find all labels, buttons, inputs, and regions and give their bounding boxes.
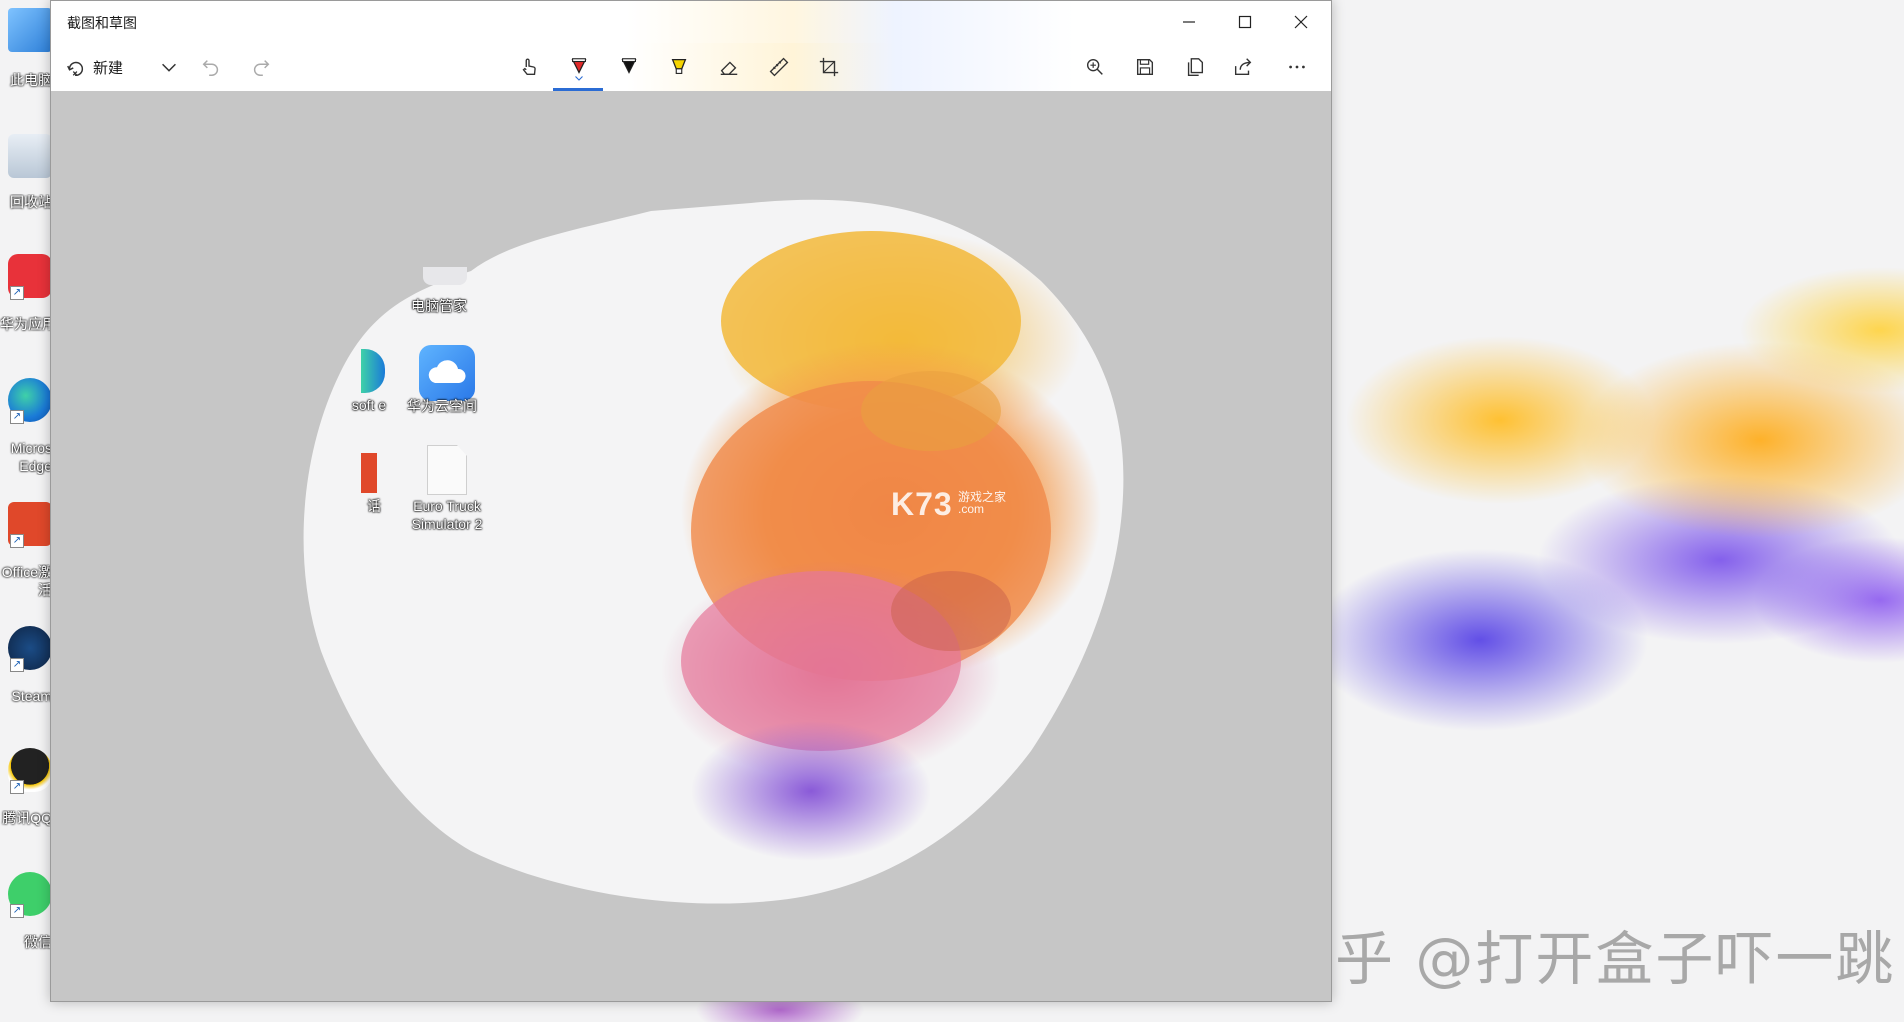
recycle-bin-icon xyxy=(8,134,52,178)
desktop-icon-label: 此电脑 xyxy=(10,72,52,88)
shortcut-arrow-icon: ↗ xyxy=(10,410,24,424)
copy-icon xyxy=(1187,58,1204,76)
window-title: 截图和草图 xyxy=(67,15,137,31)
desktop-icon-office[interactable]: ↗ Office激 活 xyxy=(0,502,52,612)
close-button[interactable] xyxy=(1273,1,1329,43)
save-icon xyxy=(1136,58,1154,76)
freeform-snip-image xyxy=(303,199,1124,904)
desktop-icon-label: Steam xyxy=(11,688,52,704)
desktop-icon-steam[interactable]: ↗ Steam xyxy=(0,626,52,736)
share-button[interactable] xyxy=(1221,49,1265,85)
shortcut-arrow-icon: ↗ xyxy=(10,286,24,300)
save-button[interactable] xyxy=(1123,49,1167,85)
desktop-icon-label: Micros xyxy=(10,440,52,456)
desktop-icon-label: 回收站 xyxy=(10,194,52,210)
zoom-button[interactable] xyxy=(1073,49,1117,85)
snip-icon-label: 华为云空间 xyxy=(407,398,477,414)
desktop-icon-qq[interactable]: ↗ 腾讯QQ xyxy=(0,748,52,858)
desktop-icon-this-pc[interactable]: 此电脑 xyxy=(0,8,52,118)
minimize-button[interactable] xyxy=(1161,1,1217,43)
cloud-drive-icon xyxy=(419,345,475,401)
shortcut-arrow-icon: ↗ xyxy=(10,658,24,672)
desktop-icon-edge[interactable]: ↗ Micros Edge xyxy=(0,378,52,488)
ruler-button[interactable] xyxy=(757,49,801,85)
k73-subtitle-line2: .com xyxy=(958,502,985,516)
highlighter-icon xyxy=(671,59,687,74)
toolbar: 新建 xyxy=(51,43,1331,91)
chevron-button[interactable] xyxy=(569,71,589,85)
snip-sketch-window[interactable]: 截图和草图 新建 电脑管家 soft e 华为云空间 话 Euro Truck … xyxy=(50,0,1332,1002)
desktop-icon-wechat[interactable]: ↗ 微信 xyxy=(0,872,52,982)
k73-watermark-subtitle: 游戏之家 .com xyxy=(958,491,1006,515)
minimize-icon xyxy=(1183,21,1195,23)
undo-icon xyxy=(202,60,219,76)
zhihu-watermark: 知乎 @打开盒子吓一跳 xyxy=(1275,925,1896,993)
shortcut-arrow-icon: ↗ xyxy=(10,904,24,918)
touch-writing-icon xyxy=(522,58,536,76)
pencil-button[interactable] xyxy=(607,49,651,85)
eraser-icon xyxy=(720,61,738,76)
eraser-button[interactable] xyxy=(707,49,751,85)
ruler-icon xyxy=(769,57,789,77)
new-snip-label: 新建 xyxy=(93,59,124,77)
desktop-icon-recycle-bin[interactable]: 回收站 xyxy=(0,134,52,244)
title-bar[interactable]: 截图和草图 xyxy=(51,1,1331,43)
snip-icon-office-partial xyxy=(361,453,377,493)
share-icon xyxy=(1234,58,1252,76)
zoom-icon xyxy=(1086,58,1103,75)
maximize-button[interactable] xyxy=(1217,1,1273,43)
chevron-down-icon xyxy=(162,63,176,72)
desktop-icon-label: 微信 xyxy=(24,934,52,950)
desktop-icon-label: 活 xyxy=(38,582,52,598)
crop-button[interactable] xyxy=(807,49,851,85)
chevron-down-small-icon xyxy=(575,76,583,81)
pencil-icon xyxy=(621,58,637,74)
redo-button[interactable] xyxy=(241,49,281,85)
computer-icon xyxy=(8,8,52,52)
desktop-icon-label: 华为应用 xyxy=(0,316,52,332)
shortcut-arrow-icon: ↗ xyxy=(10,534,24,548)
more-icon xyxy=(1289,65,1305,69)
snip-icon-label: Euro Truck xyxy=(413,498,481,514)
snip-icon-pc-manager xyxy=(423,267,467,285)
desktop-icon-huawei-appgallery[interactable]: ↗ 华为应用 xyxy=(0,254,52,364)
new-snip-dropdown[interactable] xyxy=(151,49,187,85)
touch-writing-button[interactable] xyxy=(507,49,551,85)
close-icon xyxy=(1294,15,1308,29)
new-snip-button[interactable]: 新建 xyxy=(65,49,149,85)
crop-icon xyxy=(819,57,839,77)
highlighter-button[interactable] xyxy=(657,49,701,85)
shortcut-arrow-icon: ↗ xyxy=(10,780,24,794)
file-icon xyxy=(427,445,467,495)
new-snip-icon xyxy=(67,61,84,76)
cloud-icon xyxy=(428,360,466,383)
snip-icon-label: 话 xyxy=(367,498,381,514)
snip-icon-label: Simulator 2 xyxy=(411,516,483,532)
snip-icon-label: 电脑管家 xyxy=(411,298,467,314)
desktop-icon-label: 腾讯QQ xyxy=(2,810,52,826)
k73-watermark-logo: K73 xyxy=(891,486,953,522)
maximize-icon xyxy=(1238,15,1252,29)
snip-icon-label: soft e xyxy=(351,397,387,413)
desktop-icon-label: Edge xyxy=(19,458,52,474)
copy-button[interactable] xyxy=(1173,49,1217,85)
snip-canvas[interactable]: 电脑管家 soft e 华为云空间 话 Euro Truck Simulator… xyxy=(51,91,1331,1001)
undo-button[interactable] xyxy=(191,49,231,85)
more-options-button[interactable] xyxy=(1275,49,1319,85)
redo-icon xyxy=(253,60,270,76)
desktop-icon-label: Office激 xyxy=(1,564,52,580)
